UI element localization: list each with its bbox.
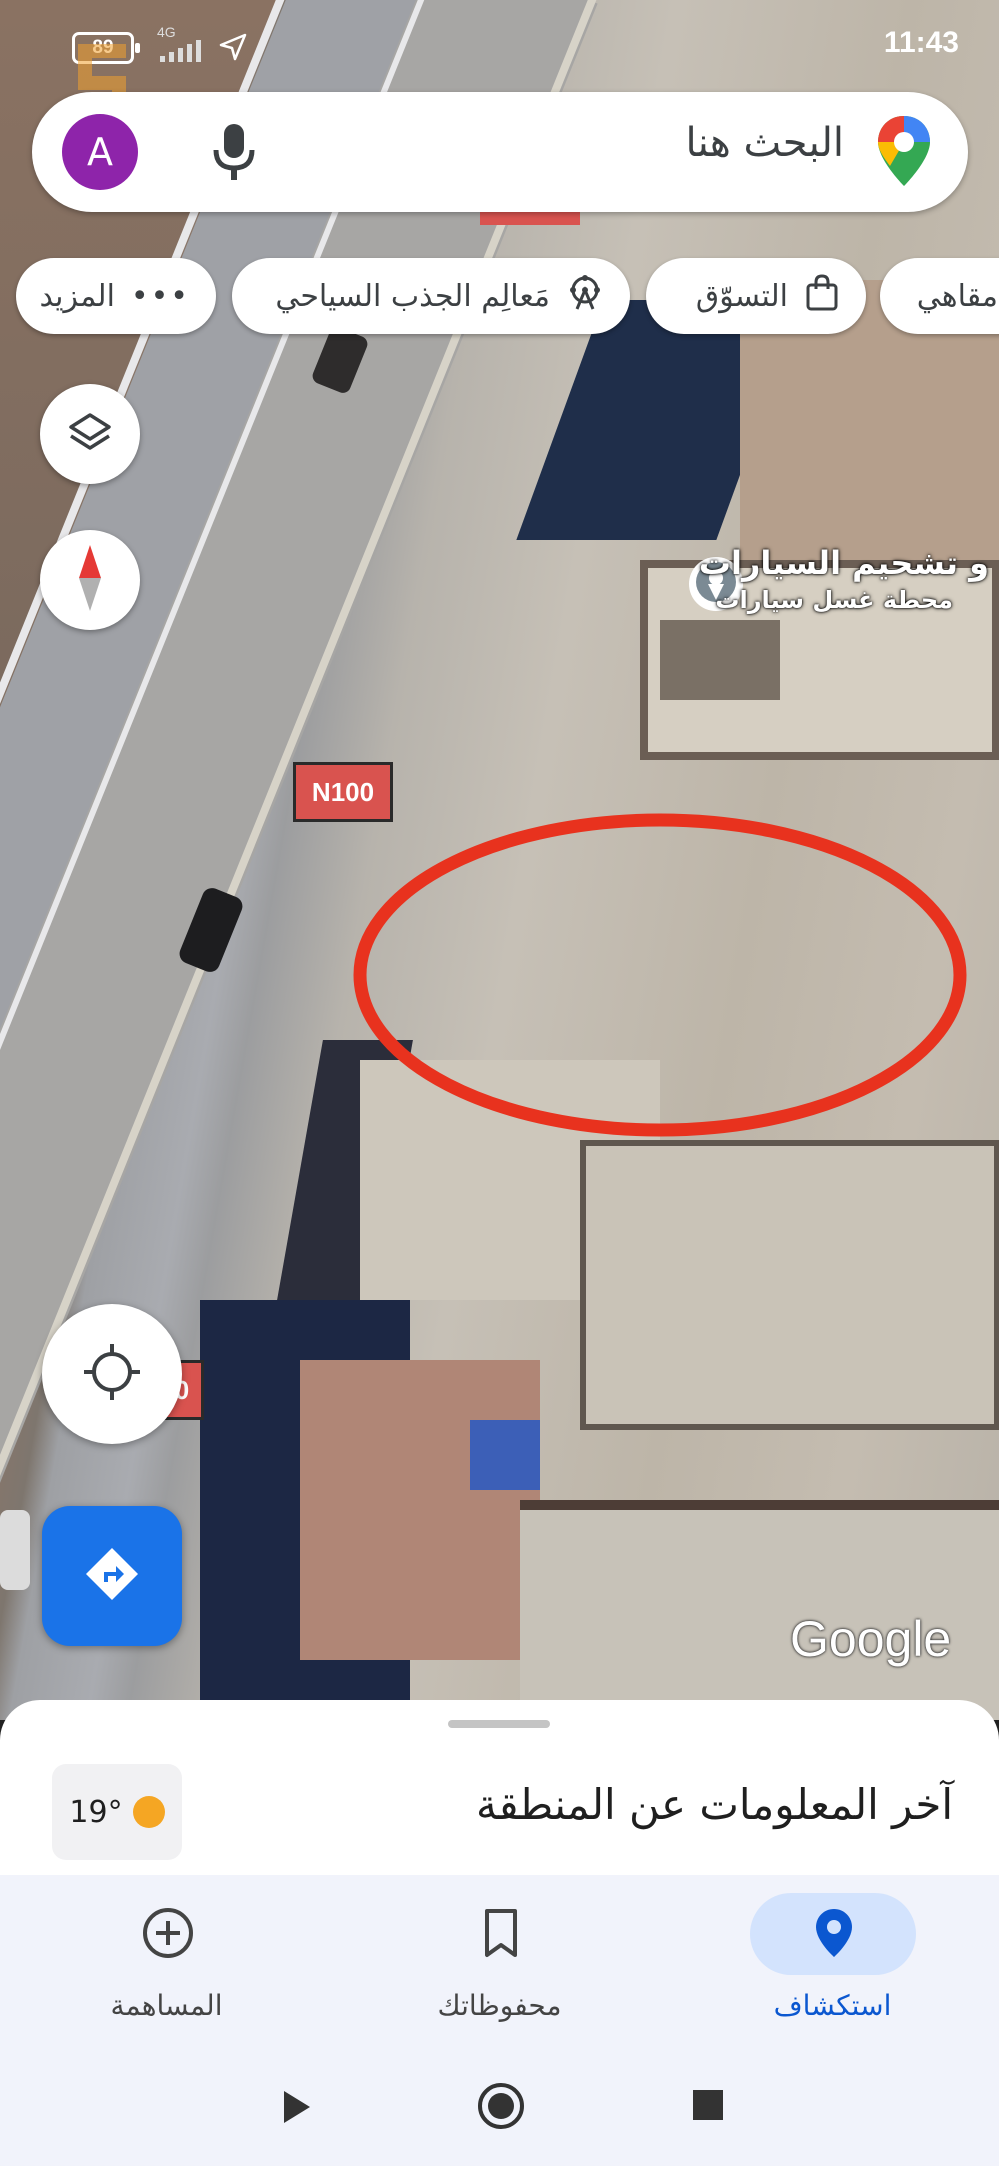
building-yard: [660, 620, 780, 700]
bookmark-icon: [473, 1905, 529, 1961]
ferris-wheel-icon: [566, 273, 604, 319]
sheet-drag-handle[interactable]: [448, 1720, 550, 1728]
chip-label: المزيد: [39, 278, 115, 314]
highlight-ellipse: [353, 813, 967, 1137]
chip-label: مقاهي: [916, 278, 998, 314]
chip-cafes[interactable]: مقاهي: [880, 258, 999, 334]
google-maps-logo-icon: [876, 114, 932, 188]
nav-contribute[interactable]: المساهمة: [0, 1875, 333, 2047]
back-triangle-icon[interactable]: [280, 2087, 314, 2131]
chip-label: التسوّق: [695, 278, 788, 314]
layers-icon: [67, 409, 113, 459]
chip-more[interactable]: ••• المزيد: [16, 258, 216, 334]
bottom-sheet[interactable]: آخر المعلومات عن المنطقة 19°: [0, 1700, 999, 1875]
sun-icon: [132, 1796, 165, 1828]
nav-saved[interactable]: محفوظاتك: [333, 1875, 666, 2047]
nav-explore[interactable]: استكشاف: [666, 1875, 999, 2047]
system-navigation: [0, 2047, 999, 2166]
sheet-title: آخر المعلومات عن المنطقة: [476, 1780, 953, 1829]
nav-label: استكشاف: [773, 1989, 892, 2022]
directions-icon: [82, 1544, 142, 1608]
building-roof: [580, 1140, 999, 1430]
car: [0, 1510, 30, 1590]
nav-label: محفوظاتك: [437, 1989, 562, 2022]
poi-title[interactable]: و تشحيم السيارات: [699, 544, 989, 582]
building-roof: [300, 1360, 540, 1660]
compass-button[interactable]: [40, 530, 140, 630]
clock: 11:43: [883, 26, 959, 59]
nav-label: المساهمة: [110, 1989, 223, 2022]
weather-badge[interactable]: 19°: [52, 1764, 182, 1860]
bottom-navigation: المساهمة محفوظاتك استكشاف: [0, 1875, 999, 2047]
search-input[interactable]: البحث هنا: [685, 120, 844, 166]
chip-shopping[interactable]: التسوّق: [646, 258, 866, 334]
add-circle-icon: [140, 1905, 196, 1961]
poi-subtitle: محطة غسل سيارات: [715, 586, 953, 614]
temperature: 19°: [69, 1794, 123, 1830]
layers-button[interactable]: [40, 384, 140, 484]
compass-icon: [75, 543, 105, 617]
route-shield[interactable]: N100: [293, 762, 393, 822]
home-circle-icon[interactable]: [476, 2081, 526, 2135]
recents-square-icon[interactable]: [690, 2087, 726, 2127]
google-attribution: Google: [790, 1611, 952, 1667]
search-bar[interactable]: A البحث هنا: [32, 92, 968, 212]
my-location-button[interactable]: [42, 1304, 182, 1444]
location-arrow-icon: [218, 32, 248, 62]
crosshair-icon: [82, 1342, 142, 1406]
chip-label: مَعالِم الجذب السياحي: [275, 278, 550, 314]
water-tank: [470, 1420, 540, 1490]
shopping-bag-icon: [804, 273, 840, 319]
directions-button[interactable]: [42, 1506, 182, 1646]
avatar[interactable]: A: [62, 114, 138, 190]
microphone-icon[interactable]: [204, 120, 264, 184]
explore-pin-icon: [806, 1905, 862, 1961]
chip-attractions[interactable]: مَعالِم الجذب السياحي: [232, 258, 630, 334]
more-dots-icon: •••: [130, 278, 190, 314]
